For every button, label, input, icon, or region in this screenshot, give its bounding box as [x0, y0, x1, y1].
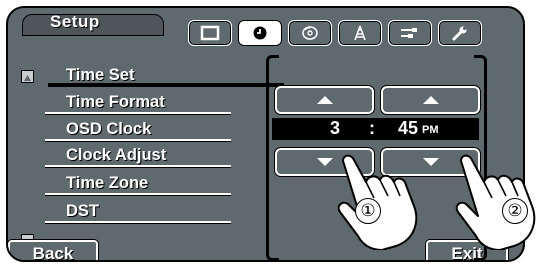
selection-indicator [48, 83, 284, 87]
hour-value: 3 [330, 118, 341, 138]
arrow-up-icon [316, 96, 333, 104]
clock-icon [253, 26, 267, 40]
scroll-up-icon[interactable] [21, 70, 34, 83]
tab-display[interactable] [188, 20, 232, 46]
menu-divider [45, 221, 231, 223]
input-cable-icon [401, 28, 417, 38]
tab-settings[interactable] [438, 20, 482, 46]
category-tabs [188, 20, 482, 46]
wrench-icon [452, 26, 467, 41]
antenna-icon [354, 25, 366, 41]
menu-item-dst[interactable]: DST [66, 202, 99, 221]
menu-divider [45, 139, 231, 141]
time-display [272, 118, 479, 140]
menu-divider [45, 165, 231, 167]
callout-1: ① [355, 198, 381, 224]
display-icon [200, 25, 220, 41]
back-button[interactable]: Back [8, 240, 98, 260]
menu-divider [45, 193, 231, 195]
hour-up-button[interactable] [275, 86, 374, 114]
ampm-indicator: PM [422, 124, 439, 136]
minute-value: 45 [398, 118, 419, 138]
tab-disc[interactable] [288, 20, 332, 46]
tab-input[interactable] [388, 20, 432, 46]
arrow-up-icon [422, 96, 439, 104]
minute-up-button[interactable] [381, 86, 480, 114]
tab-antenna[interactable] [338, 20, 382, 46]
menu-item-clock-adjust[interactable]: Clock Adjust [66, 146, 166, 165]
pointing-hand-icon [455, 154, 536, 250]
callout-2: ② [502, 198, 528, 224]
menu-item-time-zone[interactable]: Time Zone [66, 174, 148, 193]
menu-divider [45, 112, 231, 114]
menu-item-time-format[interactable]: Time Format [66, 93, 165, 112]
page-title: Setup [50, 12, 100, 31]
menu-item-osd-clock[interactable]: OSD Clock [66, 120, 151, 139]
pointing-hand-icon [337, 154, 418, 250]
disc-icon [302, 26, 318, 40]
tab-clock[interactable] [238, 20, 282, 46]
time-separator: : [369, 118, 375, 138]
